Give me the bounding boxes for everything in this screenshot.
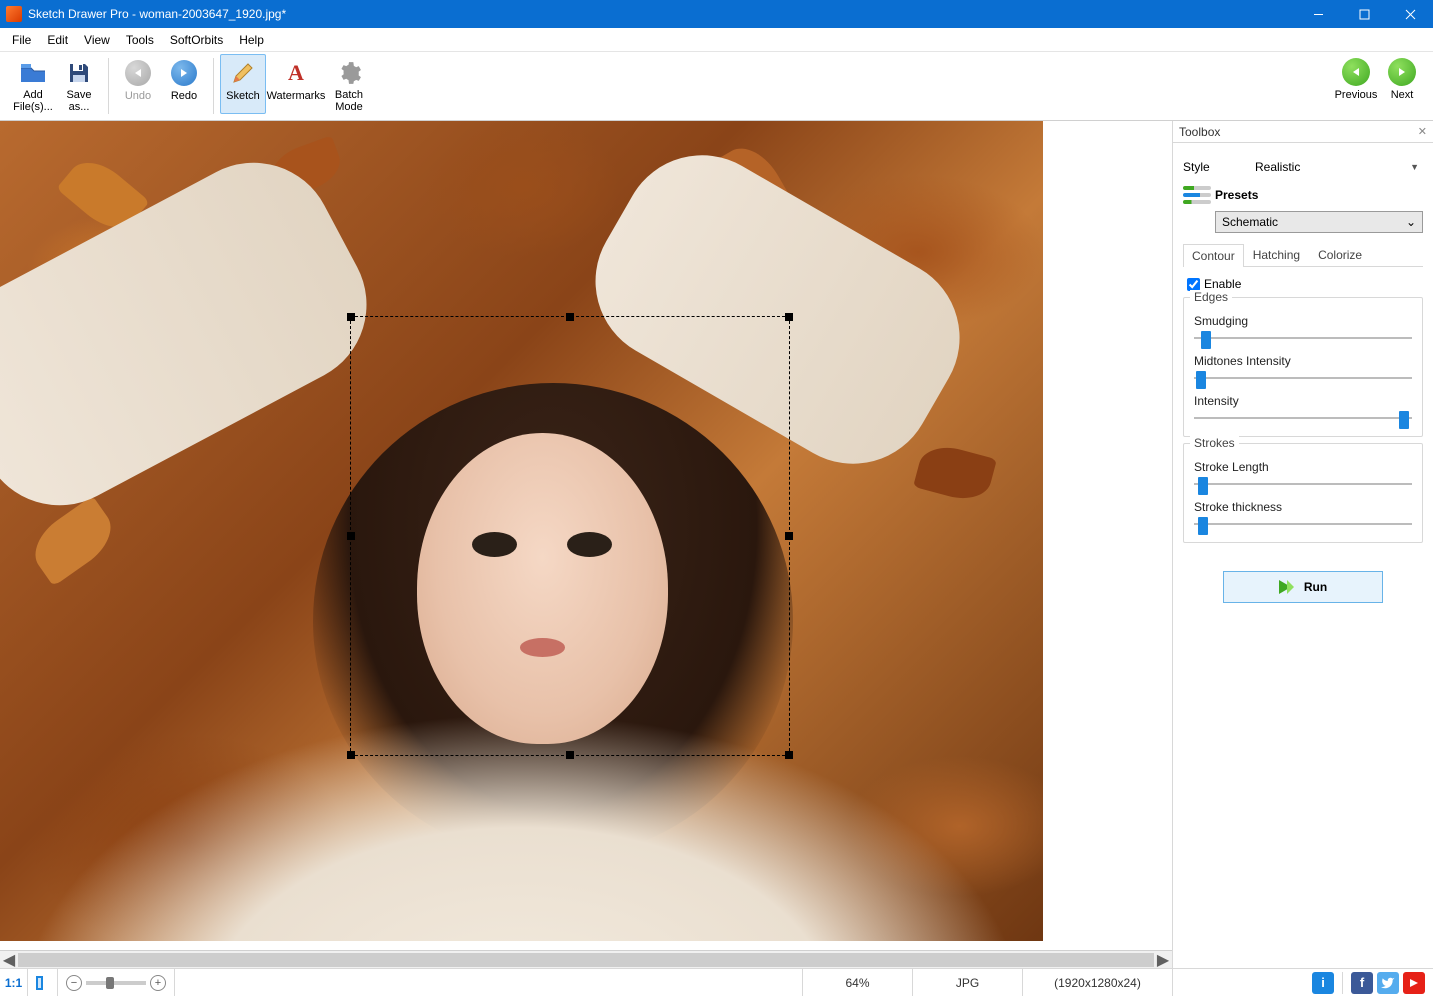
titlebar: Sketch Drawer Pro - woman-2003647_1920.j… bbox=[0, 0, 1433, 28]
folder-icon bbox=[19, 59, 47, 86]
save-as-button[interactable]: Save as... bbox=[56, 54, 102, 114]
redo-icon bbox=[170, 59, 198, 87]
menu-view[interactable]: View bbox=[76, 30, 118, 50]
next-button[interactable]: Next bbox=[1379, 54, 1425, 114]
handle-top-right[interactable] bbox=[785, 313, 793, 321]
canvas-area[interactable]: ◀ ▶ bbox=[0, 121, 1173, 968]
scroll-left-button[interactable]: ◀ bbox=[0, 952, 18, 968]
menu-help[interactable]: Help bbox=[231, 30, 272, 50]
handle-top-mid[interactable] bbox=[566, 313, 574, 321]
handle-mid-left[interactable] bbox=[347, 532, 355, 540]
toolbar: Add File(s)... Save as... Undo Redo Sket… bbox=[0, 52, 1433, 121]
midtones-slider[interactable] bbox=[1194, 370, 1412, 386]
redo-button[interactable]: Redo bbox=[161, 54, 207, 114]
image-format: JPG bbox=[913, 969, 1023, 996]
watermarks-button[interactable]: A Watermarks bbox=[266, 54, 326, 114]
edges-group: Edges Smudging Midtones Intensity Intens… bbox=[1183, 297, 1423, 437]
gear-icon bbox=[335, 59, 363, 86]
enable-checkbox[interactable]: Enable bbox=[1187, 277, 1423, 291]
minimize-button[interactable] bbox=[1295, 0, 1341, 28]
undo-icon bbox=[124, 59, 152, 87]
image-dimensions: (1920x1280x24) bbox=[1023, 969, 1173, 996]
toolbox-close-button[interactable]: ✕ bbox=[1418, 125, 1427, 138]
pencil-icon bbox=[229, 59, 257, 87]
caret-down-icon: ▼ bbox=[1410, 162, 1419, 172]
undo-button[interactable]: Undo bbox=[115, 54, 161, 114]
zoom-slider[interactable] bbox=[86, 981, 146, 985]
presets-dropdown[interactable]: Schematic ⌄ bbox=[1215, 211, 1423, 233]
strokes-group: Strokes Stroke Length Stroke thickness bbox=[1183, 443, 1423, 543]
toolbox-panel: Toolbox ✕ Style Realistic ▼ Presets bbox=[1173, 121, 1433, 968]
twitter-icon[interactable] bbox=[1377, 972, 1399, 994]
main-area: ◀ ▶ Toolbox ✕ Style Realistic ▼ bbox=[0, 121, 1433, 968]
batch-mode-button[interactable]: Batch Mode bbox=[326, 54, 372, 114]
intensity-slider[interactable] bbox=[1194, 410, 1412, 426]
zoom-ratio[interactable]: 1:1 bbox=[5, 976, 22, 990]
zoom-out-button[interactable]: − bbox=[66, 975, 82, 991]
previous-button[interactable]: Previous bbox=[1333, 54, 1379, 114]
info-icon[interactable]: i bbox=[1312, 972, 1334, 994]
zoom-control: − + bbox=[58, 969, 175, 996]
menubar: File Edit View Tools SoftOrbits Help bbox=[0, 28, 1433, 52]
fit-to-window-icon[interactable] bbox=[36, 976, 43, 990]
handle-bot-right[interactable] bbox=[785, 751, 793, 759]
next-icon bbox=[1388, 58, 1416, 86]
stroke-length-slider[interactable] bbox=[1194, 476, 1412, 492]
zoom-percent: 64% bbox=[803, 969, 913, 996]
menu-edit[interactable]: Edit bbox=[39, 30, 76, 50]
horizontal-scrollbar[interactable]: ◀ ▶ bbox=[0, 950, 1172, 968]
caret-down-icon: ⌄ bbox=[1406, 215, 1416, 229]
tab-colorize[interactable]: Colorize bbox=[1309, 243, 1371, 266]
selection-marquee[interactable] bbox=[350, 316, 790, 756]
smudging-slider[interactable] bbox=[1194, 330, 1412, 346]
handle-bot-left[interactable] bbox=[347, 751, 355, 759]
add-files-button[interactable]: Add File(s)... bbox=[10, 54, 56, 114]
scroll-track[interactable] bbox=[18, 952, 1154, 968]
handle-top-left[interactable] bbox=[347, 313, 355, 321]
presets-label: Presets bbox=[1215, 188, 1258, 202]
handle-bot-mid[interactable] bbox=[566, 751, 574, 759]
menu-file[interactable]: File bbox=[4, 30, 39, 50]
tab-hatching[interactable]: Hatching bbox=[1244, 243, 1309, 266]
menu-softorbits[interactable]: SoftOrbits bbox=[162, 30, 231, 50]
zoom-in-button[interactable]: + bbox=[150, 975, 166, 991]
scroll-right-button[interactable]: ▶ bbox=[1154, 952, 1172, 968]
close-button[interactable] bbox=[1387, 0, 1433, 28]
run-button[interactable]: Run bbox=[1223, 571, 1383, 603]
run-arrow-icon bbox=[1279, 580, 1294, 594]
stroke-thickness-slider[interactable] bbox=[1194, 516, 1412, 532]
window-title: Sketch Drawer Pro - woman-2003647_1920.j… bbox=[28, 7, 286, 21]
menu-tools[interactable]: Tools bbox=[118, 30, 162, 50]
previous-icon bbox=[1342, 58, 1370, 86]
save-icon bbox=[65, 59, 93, 86]
scroll-thumb[interactable] bbox=[18, 953, 1154, 967]
tab-contour[interactable]: Contour bbox=[1183, 244, 1244, 267]
sketch-button[interactable]: Sketch bbox=[220, 54, 266, 114]
toolbox-header: Toolbox ✕ bbox=[1173, 121, 1433, 143]
handle-mid-right[interactable] bbox=[785, 532, 793, 540]
statusbar: 1:1 − + 64% JPG (1920x1280x24) i f bbox=[0, 968, 1433, 996]
settings-tabs: Contour Hatching Colorize bbox=[1183, 243, 1423, 267]
style-dropdown[interactable]: Realistic ▼ bbox=[1251, 157, 1423, 177]
maximize-button[interactable] bbox=[1341, 0, 1387, 28]
presets-icon bbox=[1183, 183, 1211, 207]
youtube-icon[interactable] bbox=[1403, 972, 1425, 994]
facebook-icon[interactable]: f bbox=[1351, 972, 1373, 994]
watermark-icon: A bbox=[282, 59, 310, 87]
app-icon bbox=[6, 6, 22, 22]
style-label: Style bbox=[1183, 160, 1233, 174]
